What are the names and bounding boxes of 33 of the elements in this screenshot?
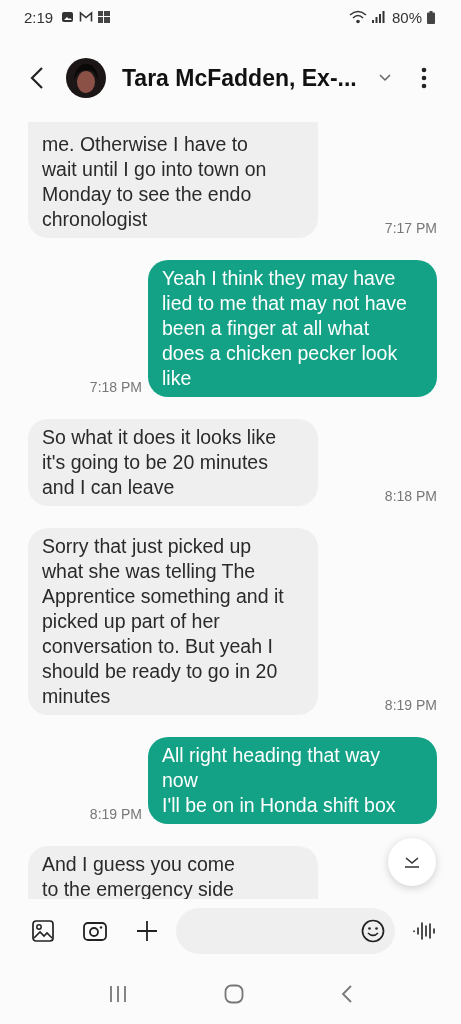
signal-icon (371, 11, 385, 23)
camera-icon[interactable] (83, 921, 107, 941)
message-bubble: All right heading that way now I'll be on in Honda shift box (148, 737, 437, 824)
grid-icon (98, 11, 111, 23)
back-icon[interactable] (30, 66, 44, 90)
message-time: 8:19 PM (384, 697, 437, 715)
status-time: 2:19 (24, 8, 54, 26)
message-time: 7:17 PM (384, 220, 437, 238)
home-icon[interactable] (223, 983, 244, 1004)
recent-apps-icon[interactable] (108, 984, 127, 1003)
message-bubble: So what it does it looks like it's going to be 20 minutes and I can leave (28, 419, 318, 506)
mail-icon (79, 11, 94, 23)
gallery-icon[interactable] (32, 920, 54, 942)
voice-icon[interactable] (413, 921, 437, 941)
plus-icon[interactable] (136, 920, 158, 942)
emoji-icon[interactable] (361, 919, 385, 943)
chevron-down-icon (402, 855, 422, 869)
image-icon (61, 11, 75, 23)
message-bubble: Sorry that just picked up what she was telling The Apprentice something and it picked up part of her conversation to. But yeah I should be ready to go in 20 minutes (28, 528, 318, 715)
chevron-down-icon[interactable] (379, 74, 391, 82)
message-input-field[interactable] (176, 908, 395, 954)
battery-icon (427, 10, 435, 24)
more-options-icon[interactable] (421, 67, 427, 89)
scroll-down-button[interactable] (388, 838, 436, 886)
message-time: 8:18 PM (384, 488, 437, 506)
message-bubble: Yeah I think they may have lied to me that may not have been a finger at all what does a chicken pecker look like (148, 260, 437, 397)
contact-name[interactable]: Tara McFadden, Ex-... (122, 64, 379, 92)
message-time: 8:19 PM (89, 806, 142, 824)
message-time: 7:18 PM (89, 379, 142, 397)
battery-percentage: 80% (391, 8, 422, 26)
wifi-icon (348, 10, 367, 24)
avatar[interactable] (66, 58, 106, 98)
message-bubble: me. Otherwise I have to wait until I go into town on Monday to see the endo chronologist (28, 122, 318, 238)
